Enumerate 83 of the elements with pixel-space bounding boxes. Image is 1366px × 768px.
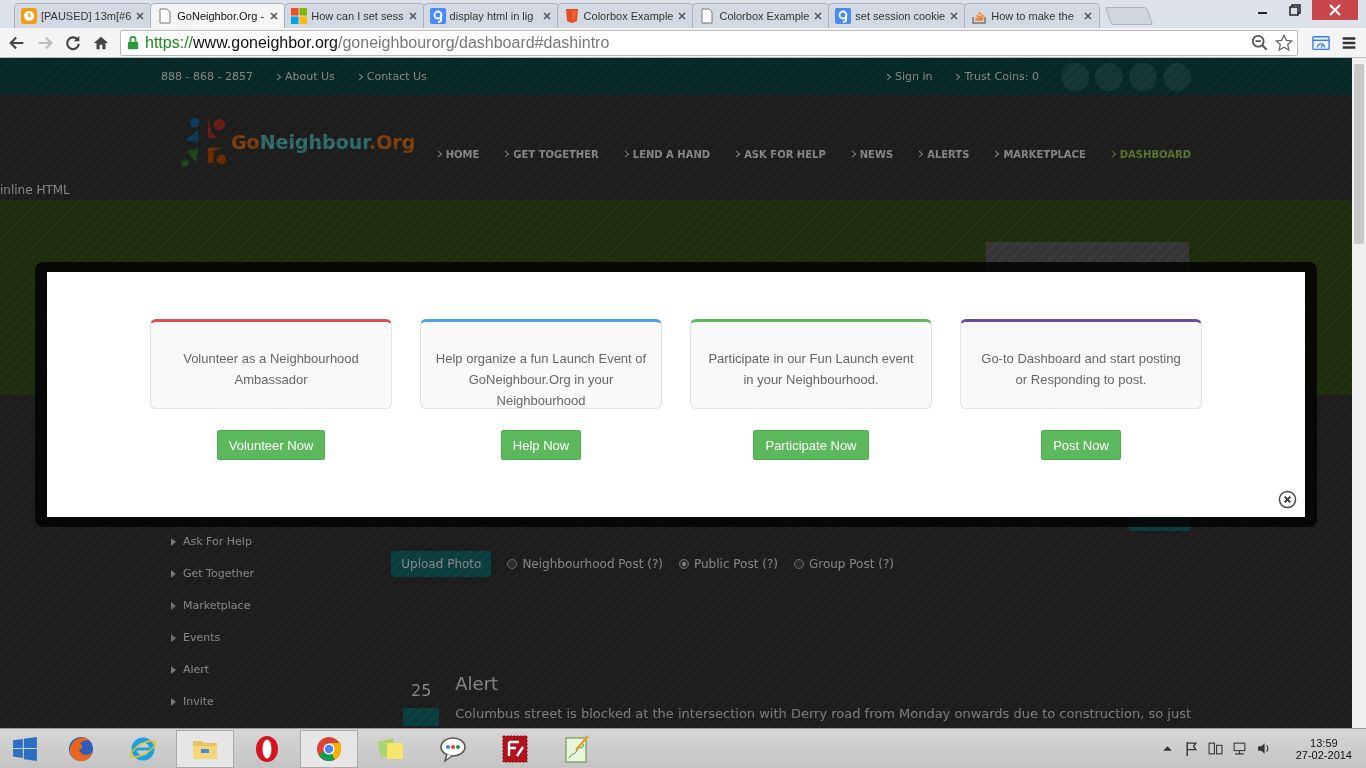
browser-tab[interactable]: Colorbox Example [556,3,695,28]
phone-number: 888 - 868 - 2857 [161,70,253,83]
action-button[interactable]: Volunteer Now [216,430,326,460]
close-icon[interactable] [269,11,280,21]
scrollbar[interactable] [1352,58,1366,728]
close-icon[interactable] [677,11,688,21]
radio-label[interactable]: Public Post (?) [693,557,778,571]
browser-tab[interactable]: set session cookie [828,3,967,28]
page-icon [157,8,174,24]
browser-tab[interactable]: Colorbox Example [692,3,831,28]
letter-tile-icon [835,8,852,24]
account-link[interactable]: Sign in [884,70,933,83]
close-icon[interactable] [1083,11,1094,21]
browser-tab[interactable]: How to make the [964,3,1101,28]
action-button[interactable]: Participate Now [753,430,869,460]
radio-button[interactable] [678,559,689,569]
nav-link[interactable]: GET TOGETHER [503,148,599,160]
radio-button[interactable] [793,559,804,569]
clock-date: 27-02-2014 [1295,748,1352,761]
inline-label: inline HTML [0,183,71,197]
clock-time: 13:59 [1310,736,1338,749]
speaker-icon[interactable] [1255,741,1271,756]
sidebar-link[interactable]: Alert [171,663,392,676]
nav-link[interactable]: ASK FOR HELP [734,148,826,160]
clock-icon [21,8,37,24]
stamp-icon [500,733,530,764]
sidebar-link[interactable]: Marketplace [171,599,392,612]
network-icon[interactable] [1231,741,1247,756]
radio-button[interactable] [507,559,518,569]
clock[interactable]: 13:59 27-02-2014 [1295,736,1352,761]
star-icon[interactable] [1275,33,1293,52]
post-title: Alert [455,673,500,694]
shield-icon [563,8,580,24]
card-text: Help organize a fun Launch Event of GoNeighbour.Org in your Neighbourhood [435,350,647,410]
radio-label[interactable]: Neighbourhood Post (?) [522,557,663,571]
nav-link[interactable]: MARKETPLACE [993,148,1086,160]
speedometer-icon[interactable] [1312,33,1330,52]
top-link[interactable]: Contact Us [356,70,427,83]
page-icon [699,8,716,24]
close-icon[interactable] [949,11,960,21]
browser-tab[interactable]: [PAUSED] 13m[#6 [14,3,153,28]
date-badge [403,708,440,726]
letter-tile-icon [429,8,446,24]
start-icon[interactable] [12,735,38,762]
browser-tab[interactable]: display html in lig [422,3,559,28]
nav-link[interactable]: NEWS [849,148,894,160]
sidebar-link[interactable]: Events [171,631,392,644]
nav-link[interactable]: DASHBOARD [1109,148,1191,160]
account-link[interactable]: Trust Coins: 0 [954,70,1039,83]
close-icon[interactable] [541,11,552,21]
browser-tab[interactable]: How can I set sess [284,3,425,28]
close-icon[interactable] [135,11,146,21]
device-icon[interactable] [1207,741,1223,756]
address-field[interactable]: https://www.goneighbor.org/goneighbourorg/dashboard#dashintro [120,29,1298,56]
logo-text[interactable]: GoNeighbour.Org [231,131,416,153]
notepad-icon [562,733,592,764]
zoom-out-icon[interactable] [1251,33,1269,52]
nav-link[interactable]: LEND A HAND [622,148,711,160]
close-icon[interactable] [813,11,824,21]
action-button[interactable]: Post Now [1041,430,1121,460]
taskbar-app[interactable] [300,729,358,768]
close-icon[interactable] [1278,490,1297,509]
card-text: Participate in our Fun Launch event in your Neighbourhood. [707,350,915,389]
post-text: Columbus street is blocked at the intersection with Derry road from Monday onwards due to construction, so just [455,706,1191,721]
nav-link[interactable]: HOME [435,148,480,160]
url-text: https://www.goneighbor.org/goneighbourorg/dashboard#dashintro [145,33,611,52]
top-link[interactable]: About Us [274,70,335,83]
browser-tab[interactable]: GoNeighbor.Org - [150,3,287,28]
scrollbar-thumb[interactable] [1354,64,1364,244]
upload-photo-button[interactable]: Upload Photo [391,551,492,577]
lock-icon [127,35,139,50]
sidebar-link[interactable]: Invite [171,695,392,708]
sidebar-link[interactable]: Get Together [171,567,392,580]
reload-icon[interactable] [64,33,82,52]
action-button[interactable]: Help Now [500,430,582,460]
card-text: Volunteer as a Neighbourhood Ambassador [182,350,360,389]
four-squares-icon [291,8,308,24]
radio-label[interactable]: Group Post (?) [808,557,894,571]
nav-link[interactable]: ALERTS [917,148,970,160]
close-icon[interactable] [407,11,418,21]
sidebar-link[interactable]: Ask For Help [171,535,392,548]
card-text: Go-to Dashboard and start posting or Responding to post. [980,350,1182,389]
post-day: 25 [411,681,432,700]
